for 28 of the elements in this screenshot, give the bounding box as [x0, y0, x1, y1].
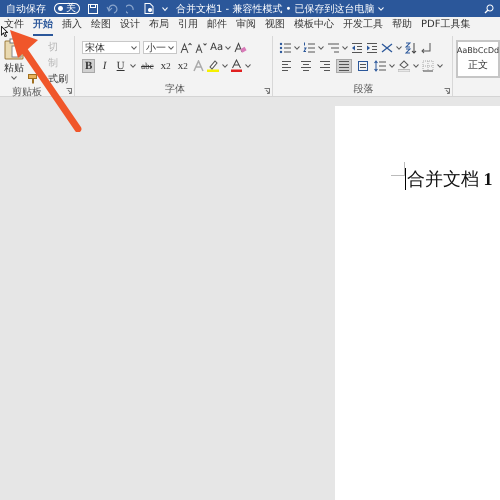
ribbon-tab[interactable]: 插入 [62, 19, 82, 36]
font-size-field[interactable]: 小一 [143, 41, 178, 54]
style-gallery-item[interactable]: AaBbCcDd 正文 [456, 40, 500, 78]
ribbon-tab[interactable]: 引用 [178, 19, 198, 36]
ribbon-tab[interactable]: 审阅 [236, 19, 256, 36]
ribbon-tab[interactable]: 视图 [265, 19, 285, 36]
paste-label[interactable]: 粘贴 [4, 61, 24, 75]
document-text: 合并文档 1 [405, 168, 492, 190]
ribbon-tab[interactable]: 绘图 [91, 19, 111, 36]
ribbon-tab[interactable]: PDF工具集 [421, 19, 470, 36]
window-title: 合并文档1 - 兼容性模式 • 已保存到这台电脑 [176, 2, 375, 16]
ribbon-tab[interactable]: 布局 [149, 19, 169, 36]
group-label: 剪贴板 [12, 86, 42, 99]
ribbon-tab[interactable]: 帮助 [392, 19, 412, 36]
ribbon-tab[interactable]: 设计 [120, 19, 140, 36]
ribbon-tab[interactable]: 开发工具 [343, 19, 383, 36]
autosave-label: 自动保存 [6, 2, 46, 16]
format-button[interactable]: U [114, 58, 128, 72]
format-button[interactable]: abc [139, 58, 156, 72]
ribbon-tab[interactable]: 邮件 [207, 19, 227, 36]
format-painter-button[interactable]: 式刷 [48, 72, 68, 86]
format-button[interactable]: I [98, 58, 112, 72]
font-name-field[interactable]: 宋体 [82, 41, 140, 54]
group-label: 段落 [353, 82, 374, 96]
group-label: 字体 [164, 82, 185, 96]
change-case-button[interactable]: Aa [210, 42, 224, 53]
ribbon-tab[interactable]: 模板中心 [294, 19, 334, 36]
format-button[interactable]: B [82, 58, 96, 72]
